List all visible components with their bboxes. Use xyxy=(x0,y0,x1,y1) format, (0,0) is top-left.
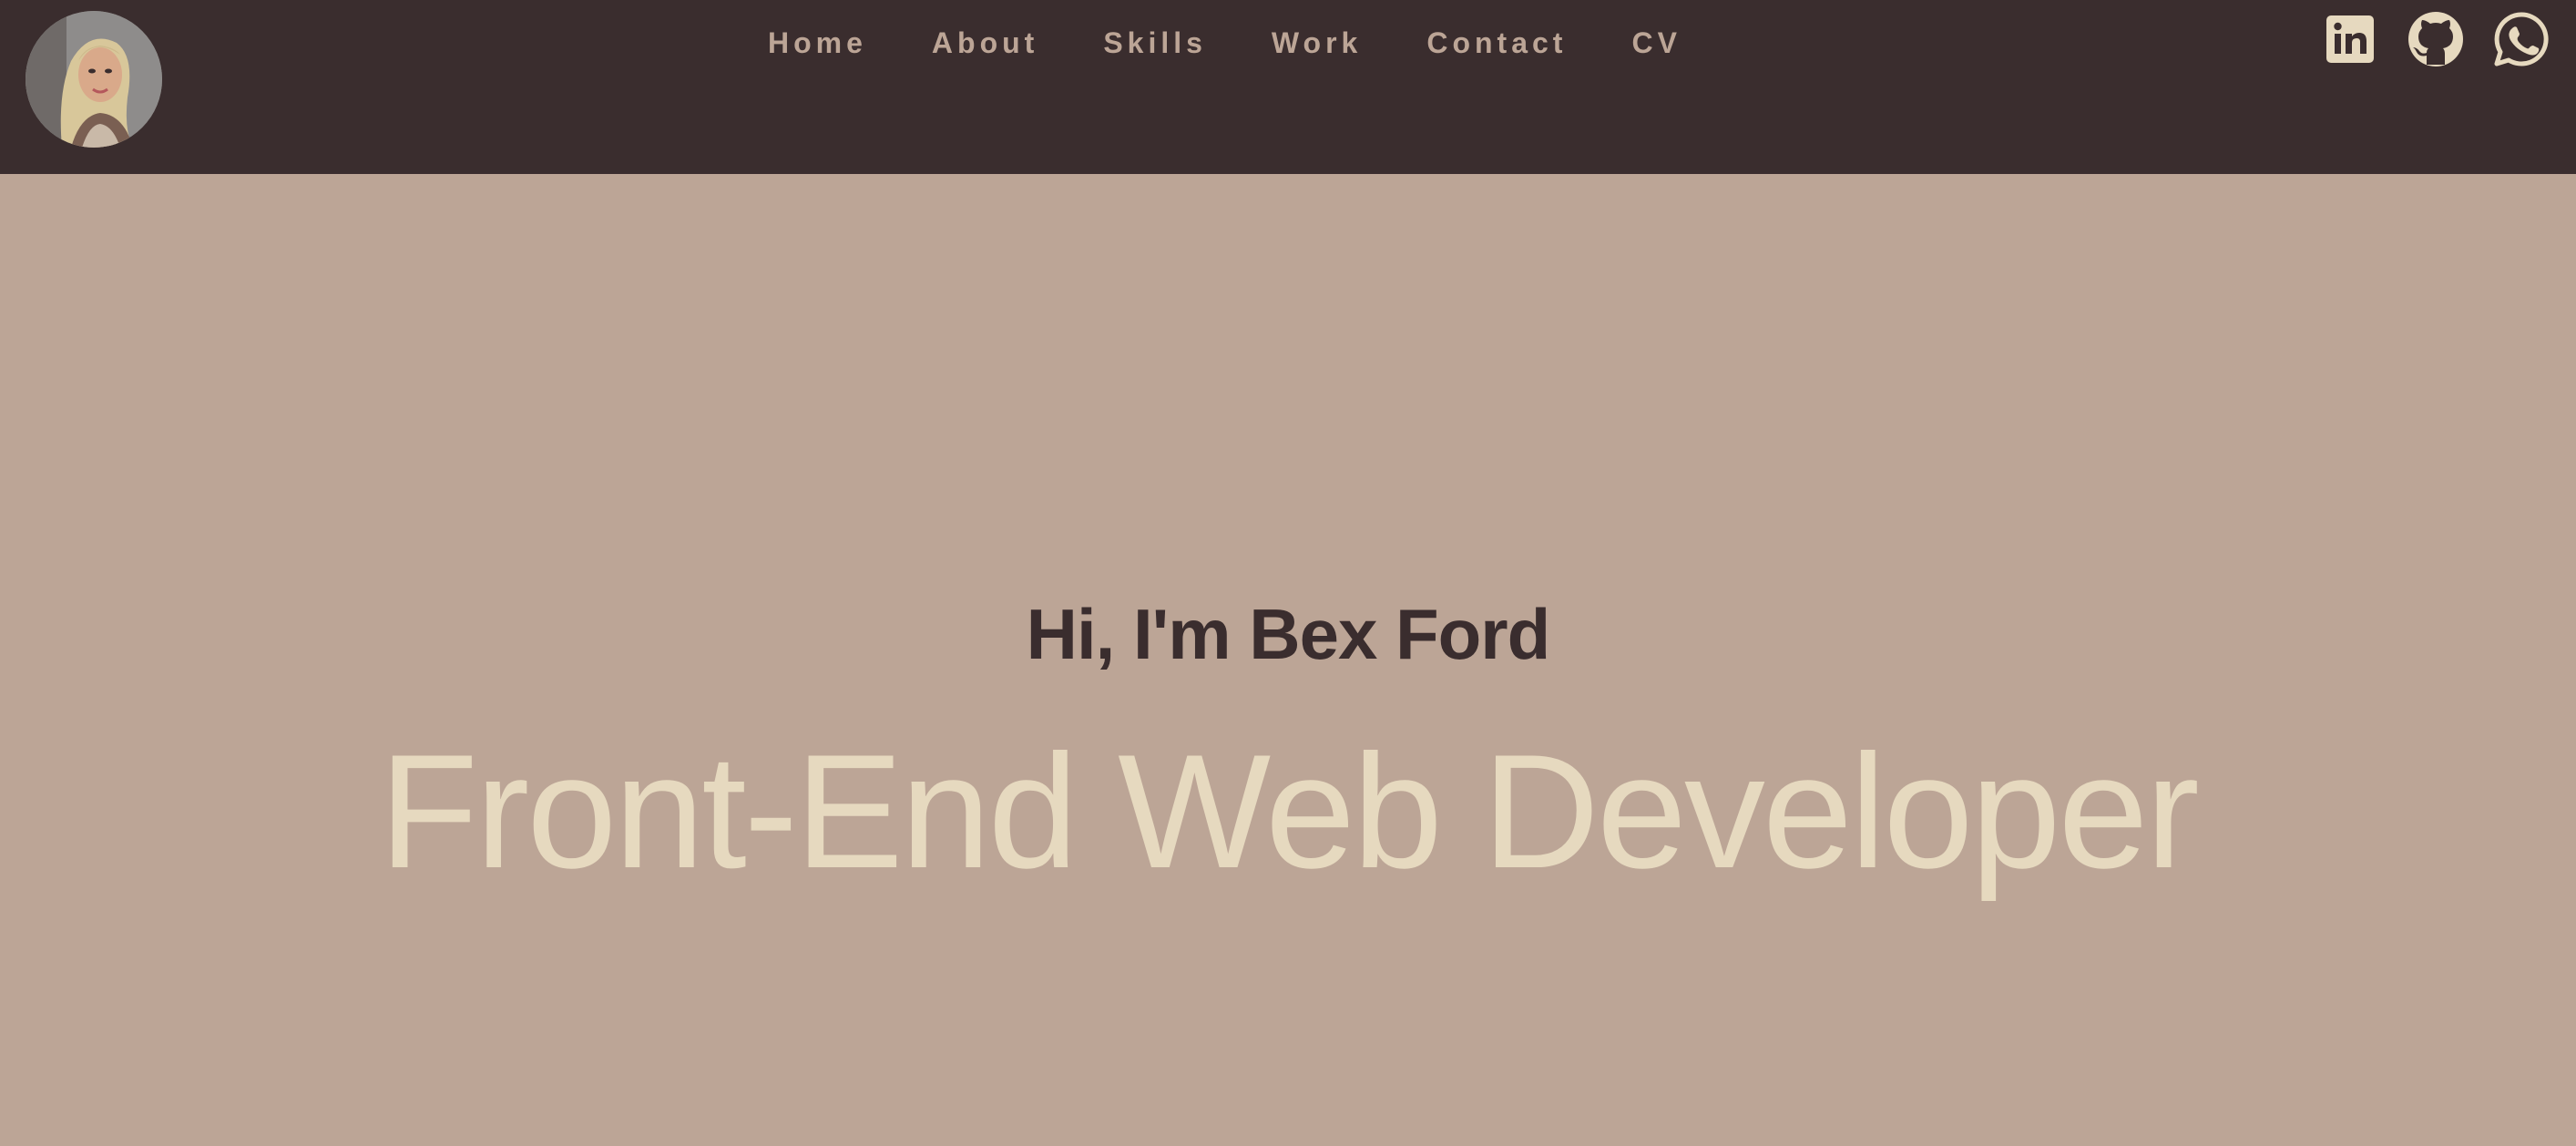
github-link[interactable] xyxy=(2407,10,2465,68)
hero-role: Front-End Web Developer xyxy=(379,721,2199,902)
whatsapp-icon xyxy=(2494,12,2549,67)
whatsapp-link[interactable] xyxy=(2492,10,2550,68)
nav-skills[interactable]: Skills xyxy=(1103,20,1207,66)
nav-work[interactable]: Work xyxy=(1272,20,1362,66)
main-nav: Home About Skills Work Contact CV xyxy=(0,20,2576,66)
hero-section: Hi, I'm Bex Ford Front-End Web Developer xyxy=(0,174,2576,1146)
nav-home[interactable]: Home xyxy=(768,20,867,66)
nav-cv[interactable]: CV xyxy=(1631,20,1681,66)
linkedin-link[interactable] xyxy=(2321,10,2379,68)
social-links xyxy=(2294,10,2550,68)
nav-contact[interactable]: Contact xyxy=(1426,20,1567,66)
hero-greeting: Hi, I'm Bex Ford xyxy=(1026,594,1551,674)
nav-about[interactable]: About xyxy=(932,20,1038,66)
navbar: Home About Skills Work Contact CV xyxy=(0,0,2576,174)
github-icon xyxy=(2408,12,2463,67)
nav-links: Home About Skills Work Contact CV xyxy=(768,20,1682,66)
linkedin-icon xyxy=(2326,15,2374,63)
